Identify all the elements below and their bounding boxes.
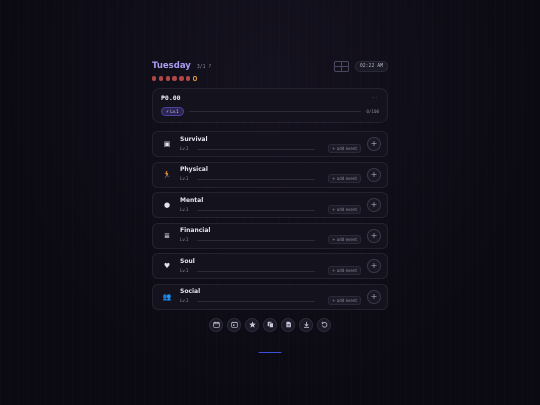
day-dot[interactable]	[172, 76, 177, 81]
category-progress-row: Lv.1 + add event	[180, 174, 361, 183]
category-row-financial[interactable]: ≣ Financial Lv.1 + add event +	[152, 222, 388, 249]
category-body: Survival Lv.1 + add event	[180, 136, 361, 153]
category-name: Financial	[180, 227, 211, 234]
clock-display: 02:22 AM	[354, 60, 388, 72]
xp-bar	[188, 110, 362, 113]
add-event-button[interactable]: + add event	[328, 174, 361, 183]
document-icon	[285, 321, 291, 328]
footer-link[interactable]	[259, 348, 282, 353]
category-name: Social	[180, 288, 201, 295]
day-dot[interactable]	[158, 76, 164, 81]
people-icon: 👥	[162, 292, 172, 301]
undo-button[interactable]	[317, 317, 331, 332]
category-progress-row: Lv.1 + add event	[180, 143, 361, 153]
add-button[interactable]: +	[367, 228, 381, 243]
add-button[interactable]: +	[367, 198, 381, 212]
category-name: Mental	[180, 196, 204, 204]
briefcase-icon: ▣	[163, 140, 171, 148]
category-row-mental[interactable]: ● Mental Lv.1 + add event +	[152, 192, 388, 218]
day-dot[interactable]	[179, 76, 184, 81]
category-level: Lv.1	[180, 298, 189, 303]
calendar-icon	[212, 321, 220, 328]
day-dot-current[interactable]	[192, 76, 198, 81]
date-display: Tuesday 3/1 ?	[152, 61, 211, 71]
day-dot[interactable]	[185, 76, 191, 81]
category-level: Lv.1	[180, 267, 189, 273]
download-icon	[303, 321, 309, 328]
bottom-toolbar	[152, 317, 388, 332]
category-level: Lv.1	[180, 237, 189, 242]
category-row-soul[interactable]: ♥ Soul Lv.1 + add event +	[152, 253, 388, 279]
add-button[interactable]: +	[367, 167, 381, 182]
undo-icon	[321, 321, 327, 328]
add-event-button[interactable]: + add event	[328, 235, 361, 244]
add-event-button[interactable]: + add event	[328, 204, 361, 214]
level-badge: ⚡ Lv.1	[161, 107, 184, 116]
category-body: Financial Lv.1 + add event	[180, 227, 361, 244]
favorites-button[interactable]	[245, 317, 259, 332]
category-progress-bar	[197, 270, 316, 272]
category-progress-bar	[197, 148, 316, 150]
category-progress-row: Lv.1 + add event	[180, 204, 361, 214]
calendar-button[interactable]	[209, 317, 223, 332]
category-progress-bar	[197, 209, 316, 211]
add-event-button[interactable]: + add event	[328, 296, 361, 305]
money-card: ₱0.00 ··· ⚡ Lv.1 0/100	[152, 88, 388, 123]
category-row-physical[interactable]: 🏃 Physical Lv.1 + add event +	[152, 161, 388, 188]
copy-button[interactable]	[263, 317, 277, 332]
category-progress-bar	[197, 240, 316, 241]
category-body: Soul Lv.1 + add event	[180, 258, 361, 275]
add-button[interactable]: +	[367, 289, 381, 304]
category-list: ▣ Survival Lv.1 + add event + 🏃 Physical Lv.1 + …	[152, 131, 388, 310]
day-dot[interactable]	[152, 76, 157, 81]
day-dot[interactable]	[165, 76, 170, 81]
category-name: Survival	[180, 135, 208, 143]
category-name: Soul	[180, 257, 195, 265]
day-title: Tuesday	[152, 61, 191, 71]
coins-icon: ≣	[164, 231, 170, 240]
category-row-social[interactable]: 👥 Social Lv.1 + add event +	[152, 283, 388, 310]
category-progress-row: Lv.1 + add event	[180, 235, 361, 244]
category-body: Mental Lv.1 + add event	[180, 197, 361, 214]
category-body: Physical Lv.1 + add event	[180, 166, 361, 183]
category-level: Lv.1	[180, 176, 189, 181]
more-menu-icon[interactable]: ···	[372, 95, 378, 101]
category-row-survival[interactable]: ▣ Survival Lv.1 + add event +	[152, 131, 388, 157]
footer-link-row	[152, 336, 388, 355]
download-button[interactable]	[299, 317, 313, 332]
add-button[interactable]: +	[367, 137, 381, 151]
add-event-button[interactable]: + add event	[328, 265, 361, 275]
header: Tuesday 3/1 ? 02:22 AM	[152, 58, 388, 74]
grid-view-icon[interactable]	[333, 60, 349, 72]
calendar-check-icon	[230, 321, 238, 328]
date-label[interactable]: 3/1 ?	[197, 65, 211, 70]
header-actions: 02:22 AM	[333, 60, 388, 72]
category-progress-bar	[197, 179, 316, 180]
app-container: Tuesday 3/1 ? 02:22 AM ₱0.00 ··· ⚡ Lv.1 …	[152, 58, 388, 355]
add-event-button[interactable]: + add event	[328, 143, 361, 153]
copy-icon	[267, 321, 274, 328]
category-progress-row: Lv.1 + add event	[180, 265, 361, 275]
category-level: Lv.1	[180, 206, 189, 212]
category-name: Physical	[180, 166, 208, 173]
heart-icon: ♥	[163, 262, 171, 270]
money-progress-row: ⚡ Lv.1 0/100	[161, 107, 379, 116]
add-button[interactable]: +	[367, 259, 381, 273]
category-body: Social Lv.1 + add event	[180, 288, 361, 305]
category-level: Lv.1	[180, 145, 189, 151]
brain-icon: ●	[163, 201, 171, 209]
schedule-button[interactable]	[227, 317, 241, 332]
xp-text: 0/100	[366, 109, 379, 114]
category-progress-row: Lv.1 + add event	[180, 296, 361, 305]
document-button[interactable]	[281, 317, 295, 332]
day-dots	[152, 75, 388, 82]
money-amount: ₱0.00	[161, 94, 181, 102]
star-icon	[248, 321, 256, 328]
running-icon: 🏃	[162, 170, 172, 179]
category-progress-bar	[197, 301, 316, 302]
